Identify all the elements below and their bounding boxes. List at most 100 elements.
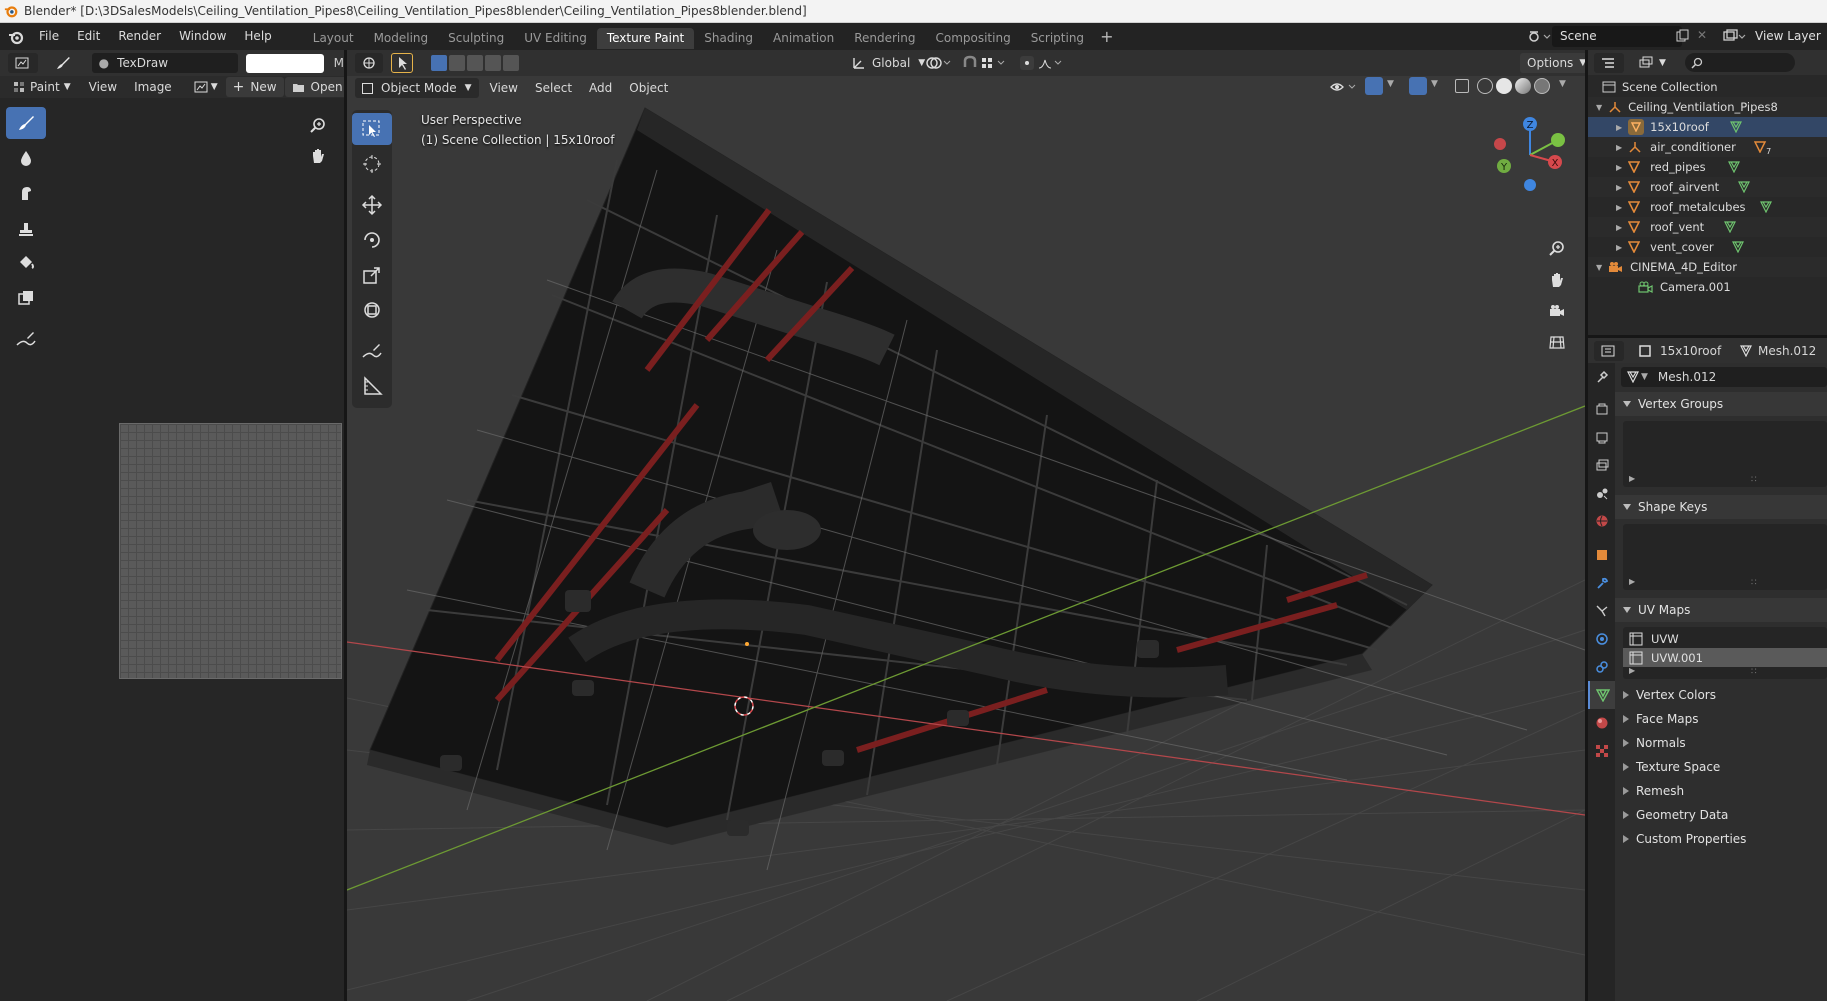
outliner-scene-collection[interactable]: Scene Collection [1588,77,1827,97]
expand-arrow-icon[interactable]: ▶ [1616,243,1622,252]
expand-arrow-icon[interactable]: ▶ [1616,223,1622,232]
mode-invert-icon[interactable] [485,55,501,71]
outliner-object-row[interactable]: ▶ 15x10roof [1588,117,1827,137]
mesh-data-icon[interactable] [1760,201,1773,213]
brush-icon[interactable] [54,54,72,72]
annotate-tool[interactable] [6,323,46,355]
outliner-object-row[interactable]: ▶ roof_metalcubes [1588,197,1827,217]
list-expand-icon[interactable]: ▶ [1629,577,1635,586]
outliner-editor-type[interactable] [1594,52,1624,73]
pan-view-button[interactable] [1543,266,1571,294]
expand-arrow-icon[interactable]: ▶ [1616,123,1622,132]
transform-tool[interactable] [352,294,392,326]
solid-shading-icon[interactable] [1496,78,1512,94]
select-tool-toggle[interactable] [391,53,413,73]
list-expand-icon[interactable]: ▶ [1629,474,1635,483]
outliner-object-row[interactable]: ▶ roof_airvent [1588,177,1827,197]
menu-file[interactable]: File [30,23,68,50]
mesh-data-icon[interactable] [1732,241,1745,253]
new-image-button[interactable]: + New [225,77,284,97]
soften-tool[interactable] [6,142,46,174]
panel-normals[interactable]: Normals [1615,731,1827,755]
outliner-object-row[interactable]: ▶ roof_vent [1588,217,1827,237]
panel-face-maps[interactable]: Face Maps [1615,707,1827,731]
scene-selector-icon[interactable] [1527,28,1551,44]
rotate-tool[interactable] [352,224,392,256]
tab-animation[interactable]: Animation [763,28,844,49]
list-resize-grip[interactable]: ∷ [1751,475,1757,485]
uv-map-item-active[interactable]: UVW.001 [1623,648,1827,667]
shape-keys-list[interactable]: ▶ ∷ [1623,524,1827,590]
annotate-tool-3d[interactable] [352,335,392,367]
tab-rendering[interactable]: Rendering [844,28,925,49]
chevron-down-icon[interactable]: ▼ [1431,79,1438,89]
tab-mesh-data[interactable] [1588,681,1615,709]
material-shading-icon[interactable] [1515,78,1531,94]
panel-uv-maps[interactable]: UV Maps [1615,598,1827,622]
brush-color-swatch[interactable] [246,53,324,73]
tab-particles[interactable] [1588,597,1615,625]
viewport-view-menu[interactable]: View [483,78,525,98]
pan-button[interactable] [304,142,332,170]
chevron-down-icon[interactable]: ▼ [1559,79,1566,89]
outliner-collection-row[interactable]: ▼ Ceiling_Ventilation_Pipes8 [1588,97,1827,117]
list-resize-grip[interactable]: ∷ [1751,667,1757,677]
copy-scene-icon[interactable] [1676,29,1690,43]
outliner-object-row[interactable]: ▶ vent_cover [1588,237,1827,257]
add-workspace-button[interactable]: + [1100,27,1113,46]
expand-arrow-icon[interactable]: ▶ [1616,183,1622,192]
outliner-camera-data-row[interactable]: Camera.001 [1588,277,1827,297]
panel-custom-properties[interactable]: Custom Properties [1615,827,1827,851]
outliner-search-input[interactable] [1684,53,1795,72]
view-menu[interactable]: View [82,77,124,97]
panel-texture-space[interactable]: Texture Space [1615,755,1827,779]
xray-toggle-icon[interactable] [1455,79,1469,93]
list-resize-grip[interactable]: ∷ [1751,578,1757,588]
tab-constraints[interactable] [1588,653,1615,681]
neg-x-handle[interactable] [1494,138,1506,150]
tab-modifiers[interactable] [1588,569,1615,597]
tab-world[interactable] [1588,507,1615,535]
mesh-data-icon[interactable] [1724,221,1737,233]
navigation-gizmo[interactable]: Z X Y [1485,110,1575,200]
tab-tool[interactable] [1588,363,1615,391]
zoom-view-button[interactable] [1543,235,1571,263]
expand-arrow-icon[interactable]: ▶ [1616,143,1622,152]
menu-window[interactable]: Window [170,23,235,50]
overlay-toggle-icon[interactable] [1409,77,1427,95]
display-mode-dropdown[interactable]: ▼ [1632,53,1673,73]
mesh-data-icon[interactable] [1738,181,1751,193]
view-layer-name[interactable]: View Layer [1755,29,1821,43]
panel-remesh[interactable]: Remesh [1615,779,1827,803]
tab-render[interactable] [1588,395,1615,423]
panel-shape-keys[interactable]: Shape Keys [1615,495,1827,519]
chevron-down-icon[interactable]: ▼ [1387,79,1394,89]
tab-scripting[interactable]: Scripting [1021,28,1094,49]
panel-vertex-colors[interactable]: Vertex Colors [1615,683,1827,707]
blender-menu-icon[interactable] [8,29,24,45]
mesh-datablock-field[interactable]: ▼ Mesh.012 [1621,367,1827,387]
image-menu[interactable]: Image [127,77,179,97]
tab-texture[interactable] [1588,737,1615,765]
view-layer-icon[interactable] [1722,28,1746,44]
wireframe-shading-icon[interactable] [1477,78,1493,94]
open-image-button[interactable]: Open [284,77,350,97]
visibility-icon[interactable] [1329,79,1359,98]
remove-scene-icon[interactable]: ✕ [1697,28,1707,42]
expand-arrow-icon[interactable]: ▼ [1596,263,1602,272]
expand-arrow-icon[interactable]: ▶ [1616,203,1622,212]
rendered-shading-icon[interactable] [1534,78,1550,94]
mesh-data-icon[interactable] [1730,121,1743,133]
viewport-object-menu[interactable]: Object [622,78,675,98]
menu-edit[interactable]: Edit [68,23,109,50]
tab-output[interactable] [1588,423,1615,451]
tab-uv-editing[interactable]: UV Editing [514,28,597,49]
y-axis-handle[interactable] [1551,133,1565,147]
options-dropdown[interactable]: Options ▼ [1520,53,1585,73]
snap-icon[interactable] [962,55,1008,74]
panel-geometry-data[interactable]: Geometry Data [1615,803,1827,827]
paint-menu[interactable]: Paint ▼ [6,77,78,97]
mode-extend-icon[interactable] [449,55,465,71]
panel-vertex-groups[interactable]: Vertex Groups [1615,392,1827,416]
clone-tool[interactable] [6,212,46,244]
